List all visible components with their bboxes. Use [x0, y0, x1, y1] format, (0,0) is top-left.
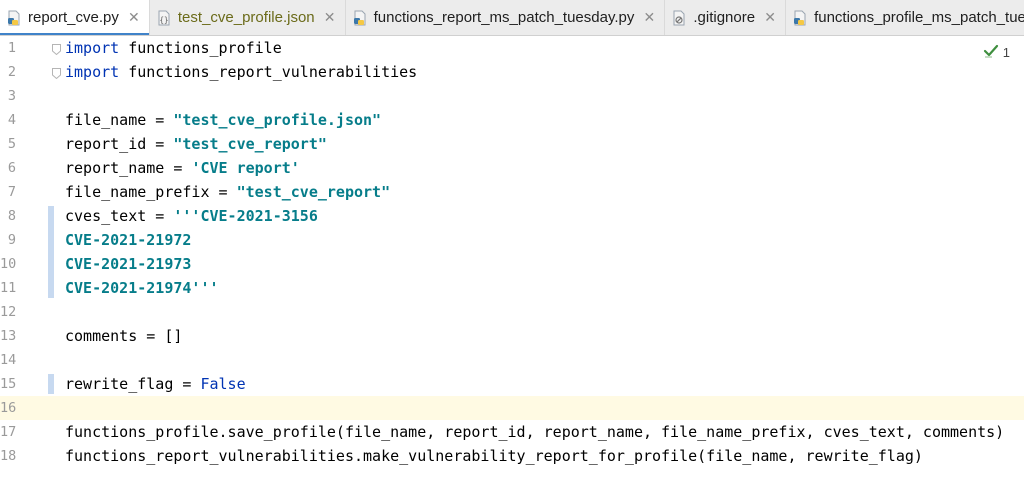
line-number: 18: [0, 448, 17, 464]
python-file-icon: [6, 10, 22, 26]
tab-report-cve[interactable]: report_cve.py ✕: [0, 0, 150, 35]
code-line[interactable]: 1 import functions_profile: [0, 36, 1024, 60]
line-number: 4: [7, 112, 16, 128]
fold-end-marker-icon[interactable]: [52, 66, 61, 80]
line-number: 17: [0, 424, 17, 440]
string-token: CVE-2021-21973: [65, 255, 192, 273]
string-token: "test_cve_report": [236, 183, 391, 201]
tab-functions-report-ms[interactable]: functions_report_ms_patch_tuesday.py ✕: [346, 0, 666, 35]
code-line[interactable]: 7 file_name_prefix = "test_cve_report": [0, 180, 1024, 204]
close-icon[interactable]: ✕: [323, 9, 337, 26]
code-text: file_name_prefix = "test_cve_report": [65, 180, 390, 204]
code-line[interactable]: 5 report_id = "test_cve_report": [0, 132, 1024, 156]
code-text: file_name = "test_cve_profile.json": [65, 108, 381, 132]
code-token: comments = []: [65, 327, 183, 345]
tab-gitignore[interactable]: .gitignore ✕: [665, 0, 787, 35]
line-number: 8: [7, 208, 16, 224]
line-number: 7: [7, 184, 16, 200]
code-text: report_name = 'CVE report': [65, 156, 300, 180]
string-token: CVE-2021-21972: [65, 231, 192, 249]
code-line[interactable]: 11 CVE-2021-21974''': [0, 276, 1024, 300]
code-line[interactable]: 14: [0, 348, 1024, 372]
tab-label: .gitignore: [693, 9, 756, 26]
string-token: CVE-2021-21974''': [65, 279, 219, 297]
code-token: functions_profile: [119, 39, 282, 57]
string-token: '''CVE-2021-3156: [173, 207, 318, 225]
code-line[interactable]: 10 CVE-2021-21973: [0, 252, 1024, 276]
tab-label: functions_report_ms_patch_tuesday.py: [373, 9, 635, 26]
code-text: functions_report_vulnerabilities.make_vu…: [65, 444, 923, 468]
code-token: functions_report_vulnerabilities: [119, 63, 418, 81]
code-line[interactable]: 3: [0, 84, 1024, 108]
code-line[interactable]: 2 import functions_report_vulnerabilities: [0, 60, 1024, 84]
line-number: 1: [7, 40, 16, 56]
keyword-token: import: [65, 39, 120, 57]
code-line[interactable]: 18 functions_report_vulnerabilities.make_…: [0, 444, 1024, 468]
code-text: rewrite_flag = False: [65, 372, 246, 396]
code-token: report_id =: [65, 135, 174, 153]
vcs-change-marker[interactable]: [48, 206, 54, 298]
tab-label: test_cve_profile.json: [177, 9, 315, 26]
close-icon[interactable]: ✕: [642, 9, 656, 26]
code-line[interactable]: 17 functions_profile.save_profile(file_na…: [0, 420, 1024, 444]
python-file-icon: [792, 10, 808, 26]
code-token: functions_report_vulnerabilities.make_vu…: [65, 447, 923, 465]
code-text: functions_profile.save_profile(file_name…: [65, 420, 1004, 444]
code-text: CVE-2021-21974''': [65, 276, 219, 300]
keyword-token: False: [200, 375, 246, 393]
code-editor[interactable]: 1 1 import functions_profile 2 import funct…: [0, 36, 1024, 495]
tab-label: report_cve.py: [28, 9, 119, 26]
line-number: 12: [0, 304, 17, 320]
code-text: report_id = "test_cve_report": [65, 132, 327, 156]
code-text: CVE-2021-21972: [65, 228, 191, 252]
svg-text:{}: {}: [159, 15, 168, 24]
string-token: "test_cve_profile.json": [173, 111, 382, 129]
line-number: 6: [7, 160, 16, 176]
line-number: 2: [7, 64, 16, 80]
keyword-token: import: [65, 63, 120, 81]
code-text: import functions_profile: [65, 36, 282, 60]
code-token: file_name_prefix =: [65, 183, 237, 201]
line-number: 16: [0, 400, 17, 416]
vcs-change-marker[interactable]: [48, 374, 54, 394]
code-token: cves_text =: [65, 207, 174, 225]
line-number: 11: [0, 280, 17, 296]
close-icon[interactable]: ✕: [763, 9, 777, 26]
line-number: 14: [0, 352, 17, 368]
code-token: file_name =: [65, 111, 174, 129]
python-file-icon: [352, 10, 368, 26]
line-number: 9: [7, 232, 16, 248]
code-line[interactable]: 9 CVE-2021-21972: [0, 228, 1024, 252]
line-number: 10: [0, 256, 17, 272]
tab-functions-profile-ms[interactable]: functions_profile_ms_patch_tuesday.py✕: [786, 0, 1024, 35]
line-number: 15: [0, 376, 17, 392]
line-number: 3: [7, 88, 16, 104]
code-token: functions_profile.save_profile(file_name…: [65, 423, 1005, 441]
string-token: "test_cve_report": [173, 135, 327, 153]
editor-tab-bar: report_cve.py ✕{} test_cve_profile.json ✕ fu…: [0, 0, 1024, 36]
line-number: 13: [0, 328, 17, 344]
code-text: cves_text = '''CVE-2021-3156: [65, 204, 318, 228]
code-line[interactable]: 15 rewrite_flag = False: [0, 372, 1024, 396]
code-line[interactable]: 6 report_name = 'CVE report': [0, 156, 1024, 180]
close-icon[interactable]: ✕: [127, 9, 141, 26]
tab-test-cve-profile[interactable]: {} test_cve_profile.json ✕: [150, 0, 346, 35]
code-line[interactable]: 13 comments = []: [0, 324, 1024, 348]
code-text: CVE-2021-21973: [65, 252, 191, 276]
json-file-icon: {}: [156, 10, 172, 26]
line-number: 5: [7, 136, 16, 152]
code-line[interactable]: 16: [0, 396, 1024, 420]
ignore-file-icon: [671, 10, 687, 26]
string-token: 'CVE report': [191, 159, 300, 177]
code-text: comments = []: [65, 324, 182, 348]
tab-label: functions_profile_ms_patch_tuesday.py: [814, 9, 1024, 26]
code-line[interactable]: 12: [0, 300, 1024, 324]
code-text: import functions_report_vulnerabilities: [65, 60, 417, 84]
fold-marker-icon[interactable]: [52, 42, 61, 56]
code-line[interactable]: 8 cves_text = '''CVE-2021-3156: [0, 204, 1024, 228]
code-token: report_name =: [65, 159, 192, 177]
code-line[interactable]: 4 file_name = "test_cve_profile.json": [0, 108, 1024, 132]
code-token: rewrite_flag =: [65, 375, 201, 393]
